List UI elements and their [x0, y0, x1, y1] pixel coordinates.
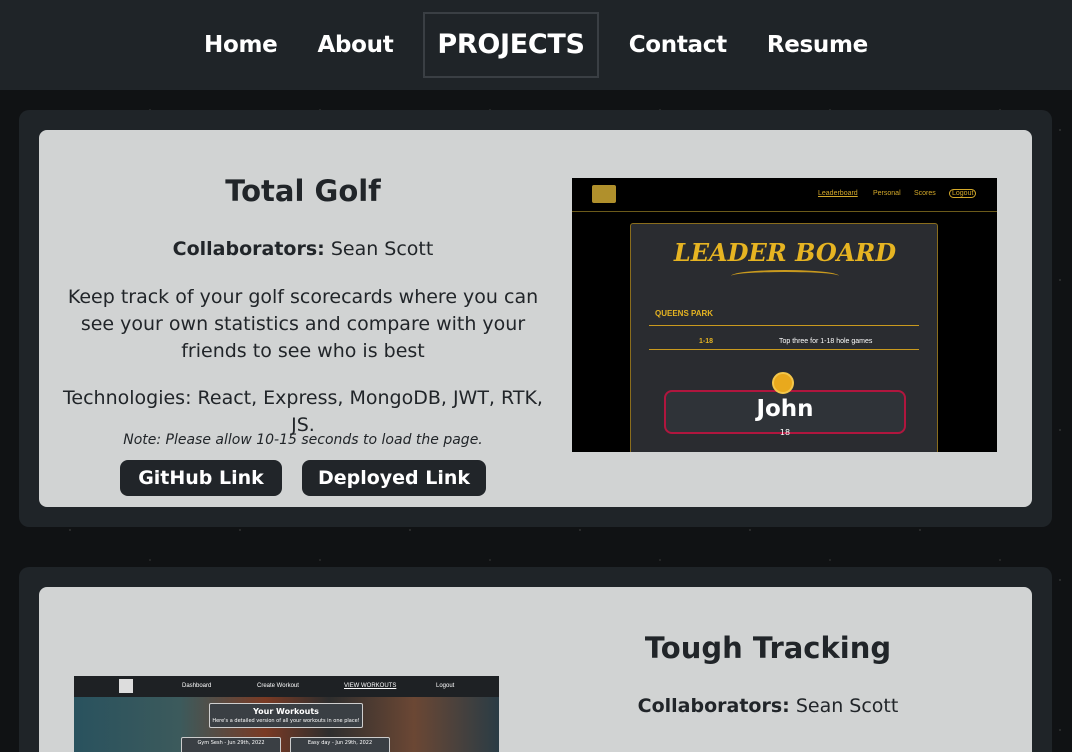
collaborators-names: Sean Scott — [330, 238, 434, 260]
screenshot-link-scores: Scores — [914, 190, 936, 197]
holes-label: 1-18 — [699, 338, 714, 345]
project-screenshot: Leaderboard Personal Scores Logout LEADE… — [572, 178, 997, 452]
nav-contact[interactable]: Contact — [609, 12, 747, 78]
app-logo-icon — [119, 679, 133, 693]
project-note: Note: Please allow 10-15 seconds to load… — [123, 432, 483, 448]
collaborators-label: Collaborators: — [172, 238, 325, 260]
leaderboard-heading: LEADER BOARD — [673, 238, 897, 267]
nav-about[interactable]: About — [297, 12, 413, 78]
leaderboard-panel: LEADER BOARD QUEENS PARK 1-18 Top three … — [630, 223, 938, 452]
workouts-subheading: Here's a detailed version of all your wo… — [212, 718, 360, 724]
collaborators-names: Sean Scott — [795, 695, 899, 717]
screenshot-link-create: Create Workout — [257, 683, 299, 689]
project-card-tough-tracking: Tough Tracking Collaborators: Sean Scott… — [19, 567, 1052, 752]
workout-card: Gym Sesh - Jun 29th, 2022 — [181, 737, 281, 752]
workouts-heading-box: Your Workouts Here's a detailed version … — [209, 703, 363, 728]
project-description: Keep track of your golf scorecards where… — [67, 286, 539, 362]
workouts-heading: Your Workouts — [253, 707, 319, 716]
project-card-total-golf: Total Golf Collaborators: Sean Scott Kee… — [19, 110, 1052, 527]
project-title: Total Golf — [225, 174, 381, 208]
workout-card: Easy day - Jun 29th, 2022 — [290, 737, 390, 752]
leaderboard-caption: Top three for 1-18 hole games — [779, 338, 873, 345]
divider — [649, 325, 919, 326]
project-title: Tough Tracking — [644, 631, 892, 665]
github-link-button[interactable]: GitHub Link — [120, 460, 282, 496]
nav-projects[interactable]: PROJECTS — [423, 12, 599, 78]
workout-card-title: Easy day - Jun 29th, 2022 — [307, 740, 373, 746]
screenshot-nav: Dashboard Create Workout VIEW WORKOUTS L… — [74, 676, 499, 697]
project-card-body: Tough Tracking Collaborators: Sean Scott… — [39, 587, 1032, 752]
screenshot-link-leaderboard: Leaderboard — [818, 190, 858, 197]
nav-home[interactable]: Home — [184, 12, 297, 78]
project-technologies: Technologies: React, Express, MongoDB, J… — [63, 387, 543, 436]
divider — [649, 349, 919, 350]
workout-card-title: Gym Sesh - Jun 29th, 2022 — [197, 740, 265, 746]
screenshot-link-logout: Logout — [436, 683, 455, 689]
collaborators-label: Collaborators: — [637, 695, 790, 717]
leader-name: John — [756, 396, 814, 422]
project-collaborators: Collaborators: Sean Scott — [54, 238, 552, 260]
leader-plate: John 18 — [664, 390, 906, 437]
screenshot-link-personal: Personal — [873, 190, 901, 197]
leader-score: 18 — [779, 428, 791, 437]
project-collaborators: Collaborators: Sean Scott — [519, 695, 1017, 717]
screenshot-link-dashboard: Dashboard — [182, 683, 212, 689]
screenshot-link-logout: Logout — [949, 189, 977, 198]
deployed-link-button[interactable]: Deployed Link — [302, 460, 486, 496]
nav-resume[interactable]: Resume — [747, 12, 888, 78]
screenshot-nav: Leaderboard Personal Scores Logout — [572, 178, 997, 212]
screenshot-link-view: VIEW WORKOUTS — [344, 683, 397, 689]
course-name: QUEENS PARK — [655, 309, 714, 318]
ornament-icon — [731, 270, 839, 282]
gold-medal-icon — [772, 372, 794, 394]
top-nav: Home About PROJECTS Contact Resume — [0, 0, 1072, 90]
project-screenshot: Dashboard Create Workout VIEW WORKOUTS L… — [74, 676, 499, 752]
project-card-body: Total Golf Collaborators: Sean Scott Kee… — [39, 130, 1032, 507]
golf-logo-icon — [592, 185, 616, 203]
